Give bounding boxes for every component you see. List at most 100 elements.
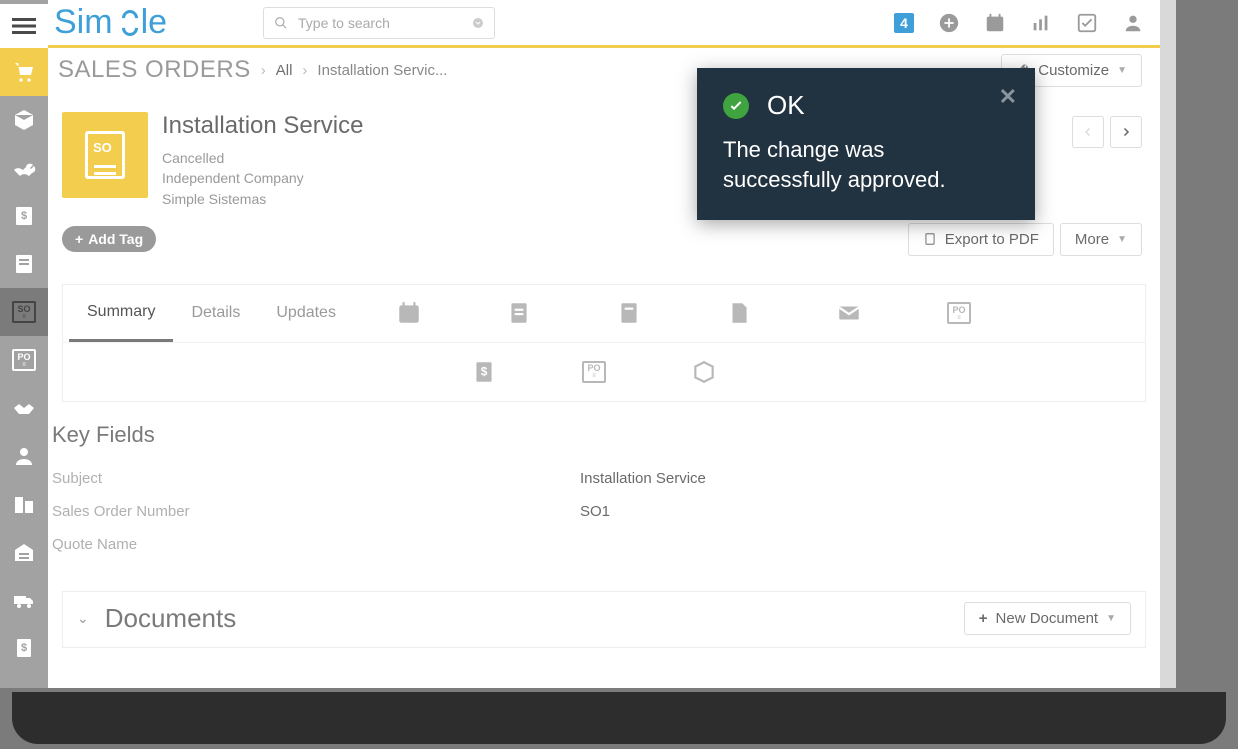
record-pager — [1072, 116, 1142, 148]
menu-toggle[interactable] — [0, 4, 48, 48]
record-tabs: Summary Details Updates PO≡ $ PO≡ — [62, 284, 1146, 402]
sidebar-item-quote[interactable] — [0, 240, 48, 288]
topbar-actions: 4 — [894, 12, 1144, 34]
breadcrumb-all[interactable]: All — [276, 62, 293, 79]
key-field-row: Quote Name — [52, 528, 1156, 561]
notes-icon — [506, 300, 532, 326]
caret-down-icon: ▼ — [1117, 234, 1127, 245]
record-company: Independent Company — [162, 168, 363, 188]
toast-close-button[interactable]: ✕ — [999, 84, 1017, 110]
documents-panel: ⌄ Documents + New Document ▼ — [62, 591, 1146, 648]
sidebar-item-user[interactable] — [0, 432, 48, 480]
svg-text:$: $ — [21, 210, 27, 222]
add-circle-icon[interactable] — [938, 12, 960, 34]
svg-text:$: $ — [21, 642, 27, 654]
file-icon — [726, 300, 752, 326]
sidebar-item-company[interactable] — [0, 480, 48, 528]
new-document-label: New Document — [996, 610, 1099, 627]
notification-count[interactable]: 4 — [894, 13, 914, 33]
key-field-row: Subject Installation Service — [52, 462, 1156, 495]
logo-text-b: le — [141, 3, 167, 42]
user-icon — [12, 444, 36, 468]
device-frame-bottom — [12, 692, 1226, 744]
box-icon — [691, 359, 717, 385]
pager-next-button[interactable] — [1110, 116, 1142, 148]
sidebar-item-service[interactable] — [0, 144, 48, 192]
export-pdf-button[interactable]: Export to PDF — [908, 223, 1054, 256]
hand-wrench-icon — [12, 156, 36, 180]
documents-heading: Documents — [105, 603, 964, 634]
search-input[interactable] — [298, 15, 462, 31]
tab-package-2[interactable] — [649, 359, 759, 385]
sidebar-item-invoice[interactable]: $ — [0, 192, 48, 240]
tab-calendar[interactable] — [354, 300, 464, 326]
add-tag-button[interactable]: + Add Tag — [62, 226, 156, 252]
sidebar-item-package[interactable] — [0, 96, 48, 144]
sales-order-doc-icon — [85, 131, 125, 179]
sidebar-item-purchase-order[interactable]: PO≡ — [0, 336, 48, 384]
logo[interactable]: Sim le — [54, 3, 167, 42]
chevron-down-icon[interactable] — [472, 17, 484, 29]
key-field-value[interactable]: SO1 — [580, 503, 610, 520]
sidebar-item-warehouse[interactable] — [0, 528, 48, 576]
chevron-right-icon: › — [302, 62, 307, 79]
export-pdf-label: Export to PDF — [945, 231, 1039, 248]
profile-icon[interactable] — [1122, 12, 1144, 34]
chevron-right-icon — [1120, 126, 1132, 138]
sidebar-item-cart[interactable] — [0, 48, 48, 96]
logo-mark-icon — [114, 10, 140, 36]
tab-updates[interactable]: Updates — [258, 284, 354, 342]
record-type-tile — [62, 112, 148, 198]
warehouse-icon — [12, 540, 36, 564]
tab-email[interactable] — [794, 300, 904, 326]
tasks-icon[interactable] — [1076, 12, 1098, 34]
truck-icon — [12, 588, 36, 612]
so-icon: SO≡ — [12, 301, 36, 323]
sidebar-item-billing[interactable]: $ — [0, 624, 48, 672]
hamburger-icon — [12, 14, 36, 38]
key-field-value[interactable]: Installation Service — [580, 470, 706, 487]
toast-message: The change was successfully approved. — [723, 135, 1009, 194]
record-status: Cancelled — [162, 148, 363, 168]
key-fields-section: Key Fields Subject Installation Service … — [48, 402, 1160, 561]
quote-icon — [616, 300, 642, 326]
logo-text-a: Sim — [54, 3, 113, 42]
collapse-toggle[interactable]: ⌄ — [77, 610, 89, 627]
tab-invoice-2[interactable]: $ — [429, 359, 539, 385]
building-icon — [12, 492, 36, 516]
key-field-row: Sales Order Number SO1 — [52, 495, 1156, 528]
more-button[interactable]: More ▼ — [1060, 223, 1142, 256]
sidebar: $ SO≡ PO≡ $ — [0, 0, 48, 688]
sidebar-item-shipping[interactable] — [0, 576, 48, 624]
po-icon: PO≡ — [12, 349, 36, 371]
key-fields-heading: Key Fields — [52, 422, 1156, 448]
package-icon — [12, 108, 36, 132]
global-search[interactable] — [263, 7, 495, 39]
tab-notes[interactable] — [464, 300, 574, 326]
topbar: Sim le 4 — [48, 0, 1160, 48]
tab-po[interactable]: PO≡ — [904, 302, 1014, 324]
more-label: More — [1075, 231, 1109, 248]
invoice-icon: $ — [471, 359, 497, 385]
toast-title: OK — [767, 90, 805, 121]
customize-label: Customize — [1038, 62, 1109, 79]
tab-details[interactable]: Details — [173, 284, 258, 342]
pager-prev-button[interactable] — [1072, 116, 1104, 148]
tab-summary[interactable]: Summary — [69, 284, 173, 342]
sidebar-item-sales-order[interactable]: SO≡ — [0, 288, 48, 336]
calendar-icon — [396, 300, 422, 326]
new-document-button[interactable]: + New Document ▼ — [964, 602, 1131, 635]
tab-files[interactable] — [684, 300, 794, 326]
svg-text:$: $ — [481, 364, 488, 378]
add-tag-label: Add Tag — [88, 231, 143, 247]
chart-icon[interactable] — [1030, 12, 1052, 34]
breadcrumb-section: SALES ORDERS — [58, 56, 251, 84]
calendar-icon[interactable] — [984, 12, 1006, 34]
chevron-left-icon — [1082, 126, 1094, 138]
success-toast: ✕ OK The change was successfully approve… — [697, 68, 1035, 220]
tab-po-2[interactable]: PO≡ — [539, 361, 649, 383]
invoice-icon: $ — [12, 204, 36, 228]
sidebar-item-contacts[interactable] — [0, 384, 48, 432]
outer-scrollbar — [1160, 0, 1176, 688]
tab-quotes[interactable] — [574, 300, 684, 326]
